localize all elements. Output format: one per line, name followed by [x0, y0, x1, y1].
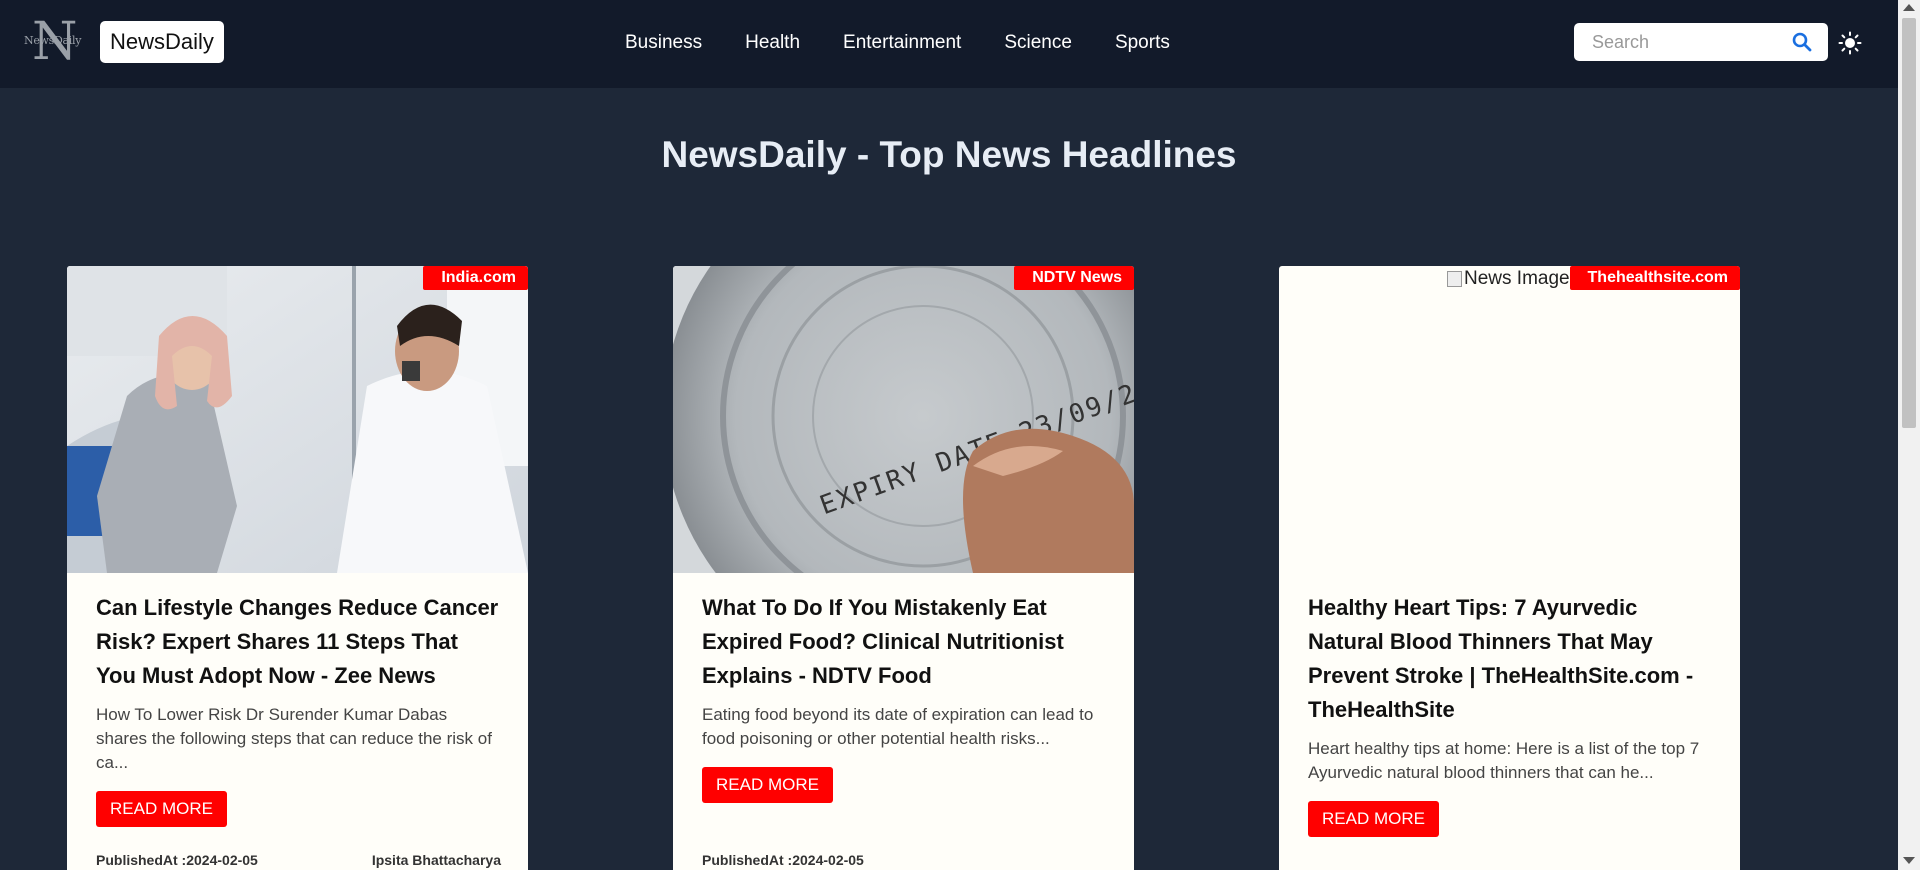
- scroll-thumb[interactable]: [1902, 18, 1916, 428]
- image-alt-text: News Image: [1464, 268, 1570, 289]
- card-footer: PublishedAt :2024-02-05: [702, 852, 1107, 868]
- broken-image-icon: [1447, 271, 1462, 287]
- nav-links: Business Health Entertainment Science Sp…: [625, 30, 1213, 56]
- search-input[interactable]: [1592, 27, 1787, 57]
- card-description: How To Lower Risk Dr Surender Kumar Daba…: [96, 705, 492, 772]
- card-title: Can Lifestyle Changes Reduce Cancer Risk…: [96, 595, 499, 688]
- author-name: Ipsita Bhattacharya: [371, 852, 501, 868]
- published-date: PublishedAt :2024-02-05: [702, 852, 864, 868]
- scroll-up-arrow-icon[interactable]: [1903, 4, 1915, 11]
- logo-icon[interactable]: N NewsDaily: [24, 12, 88, 72]
- nav-link-business[interactable]: Business: [625, 30, 702, 56]
- news-card: EXPIRY DATE 23/09/2 NDTV News What To Do…: [673, 266, 1134, 870]
- search-box: [1574, 23, 1828, 61]
- vertical-scrollbar[interactable]: [1898, 0, 1920, 870]
- news-image: [67, 266, 528, 573]
- nav-link-science[interactable]: Science: [1004, 30, 1072, 56]
- source-badge: India.com: [423, 266, 528, 290]
- card-title: Healthy Heart Tips: 7 Ayurvedic Natural …: [1308, 595, 1694, 722]
- nav-link-health[interactable]: Health: [745, 30, 800, 56]
- source-badge: NDTV News: [1014, 266, 1134, 290]
- published-date: PublishedAt :2024-02-05: [96, 852, 258, 868]
- news-image: EXPIRY DATE 23/09/2: [673, 266, 1134, 573]
- card-title: What To Do If You Mistakenly Eat Expired…: [702, 595, 1064, 688]
- read-more-button[interactable]: READ MORE: [96, 791, 227, 827]
- card-body: Can Lifestyle Changes Reduce Cancer Risk…: [96, 591, 501, 827]
- nav-link-entertainment[interactable]: Entertainment: [843, 30, 961, 56]
- navbar: N NewsDaily NewsDaily Business Health En…: [0, 0, 1898, 88]
- news-image: News Image: [1279, 266, 1740, 573]
- read-more-button[interactable]: READ MORE: [702, 767, 833, 803]
- card-description: Eating food beyond its date of expiratio…: [702, 705, 1094, 748]
- broken-image-placeholder: News Image: [1447, 268, 1570, 290]
- brand-link[interactable]: NewsDaily: [100, 21, 224, 63]
- page-title: NewsDaily - Top News Headlines: [661, 134, 1237, 175]
- nav-link-sports[interactable]: Sports: [1115, 30, 1170, 56]
- sun-icon[interactable]: [1838, 31, 1862, 55]
- card-footer: PublishedAt :2024-02-05 Ipsita Bhattacha…: [96, 852, 501, 868]
- logo-small-text: NewsDaily: [24, 34, 82, 47]
- news-card: News Image Thehealthsite.com Healthy Hea…: [1279, 266, 1740, 870]
- read-more-button[interactable]: READ MORE: [1308, 801, 1439, 837]
- scroll-down-arrow-icon[interactable]: [1903, 857, 1915, 864]
- news-card: India.com Can Lifestyle Changes Reduce C…: [67, 266, 528, 870]
- card-description: Heart healthy tips at home: Here is a li…: [1308, 739, 1700, 782]
- search-icon[interactable]: [1792, 32, 1812, 52]
- card-body: What To Do If You Mistakenly Eat Expired…: [702, 591, 1107, 803]
- source-badge: Thehealthsite.com: [1569, 266, 1740, 290]
- card-body: Healthy Heart Tips: 7 Ayurvedic Natural …: [1308, 591, 1713, 837]
